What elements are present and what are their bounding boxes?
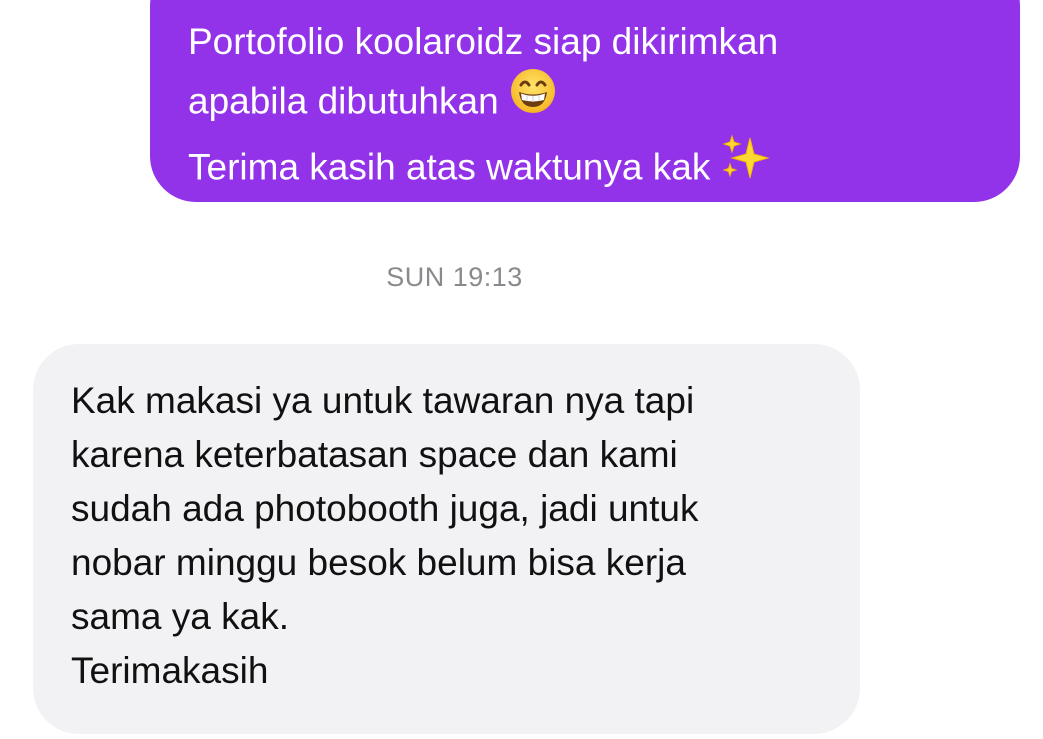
outgoing-message-bubble[interactable]: Portofolio koolaroidz siap dikirimkan ap… [150, 0, 1020, 202]
message-line: apabila dibutuhkan [188, 69, 1000, 136]
message-line: Kak makasi ya untuk tawaran nya tapi [71, 380, 695, 421]
message-line: karena keterbatasan space dan kami [71, 434, 678, 475]
message-timestamp: SUN 19:13 [386, 262, 523, 292]
message-line: nobar minggu besok belum bisa kerja [71, 542, 686, 583]
message-line: Portofolio koolaroidz siap dikirimkan [188, 21, 779, 62]
incoming-message-bubble[interactable]: Kak makasi ya untuk tawaran nya tapi kar… [33, 344, 860, 734]
message-line: Terimakasih [71, 650, 269, 691]
grinning-face-icon [509, 67, 557, 132]
message-line: sudah ada photobooth juga, jadi untuk [71, 488, 699, 529]
sparkles-icon [720, 132, 771, 199]
message-line: sama ya kak. [71, 596, 289, 637]
message-line: Terima kasih atas waktunya kak [188, 134, 1000, 203]
